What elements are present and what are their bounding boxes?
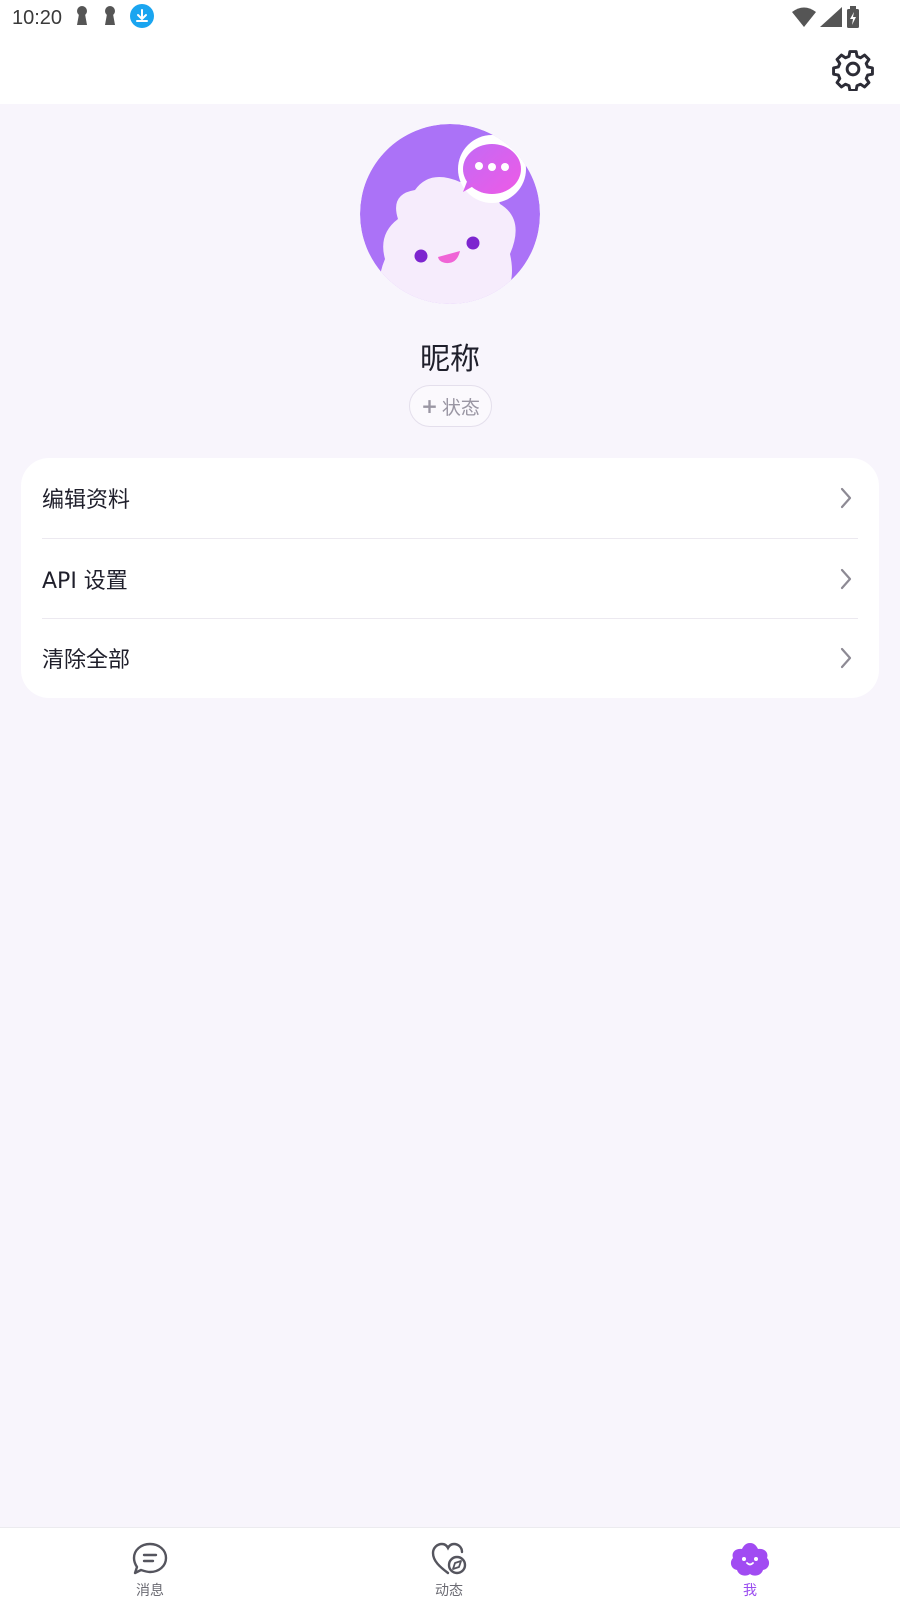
settings-button[interactable] (830, 48, 876, 94)
chevron-right-icon (839, 567, 853, 595)
menu-item-edit-profile[interactable]: 编辑资料 (21, 458, 879, 538)
gear-icon (831, 47, 875, 95)
keyhole-icon (102, 5, 118, 31)
nav-item-messages[interactable]: 消息 (90, 1528, 210, 1600)
top-header (0, 36, 900, 104)
battery-charging-icon (846, 6, 860, 32)
bottom-nav: 消息 动态 我 (0, 1527, 900, 1600)
status-right-icons (792, 6, 860, 32)
chat-bubble-icon (131, 1540, 169, 1578)
status-time: 10:20 (12, 6, 63, 29)
cloud-face-icon (729, 1540, 771, 1578)
nav-label: 动态 (435, 1583, 463, 1599)
nav-label: 我 (743, 1583, 757, 1599)
avatar[interactable] (360, 124, 540, 304)
menu-item-label: 编辑资料 (42, 488, 131, 513)
nav-label: 消息 (136, 1583, 164, 1599)
settings-menu-card: 编辑资料 API 设置 清除全部 (21, 458, 879, 698)
nickname: 昵称 (420, 342, 480, 377)
signal-icon (820, 7, 842, 31)
plus-icon: + (421, 394, 438, 418)
menu-item-api-settings[interactable]: API 设置 (21, 539, 879, 619)
nav-item-me[interactable]: 我 (690, 1528, 810, 1600)
keyhole-icon (74, 5, 90, 31)
chevron-right-icon (839, 646, 853, 674)
status-label: 状态 (441, 396, 480, 419)
download-icon (130, 4, 155, 32)
menu-item-clear-all[interactable]: 清除全部 (21, 618, 879, 698)
nav-item-moments[interactable]: 动态 (389, 1528, 509, 1600)
status-bar: 10:20 (0, 0, 900, 36)
menu-item-label: 清除全部 (42, 648, 131, 673)
menu-item-label: API 设置 (42, 569, 128, 594)
chevron-right-icon (839, 486, 853, 514)
status-left-icons (74, 4, 155, 32)
heart-compass-icon (430, 1540, 468, 1578)
wifi-icon (792, 7, 816, 31)
add-status-button[interactable]: + 状态 (409, 385, 492, 427)
